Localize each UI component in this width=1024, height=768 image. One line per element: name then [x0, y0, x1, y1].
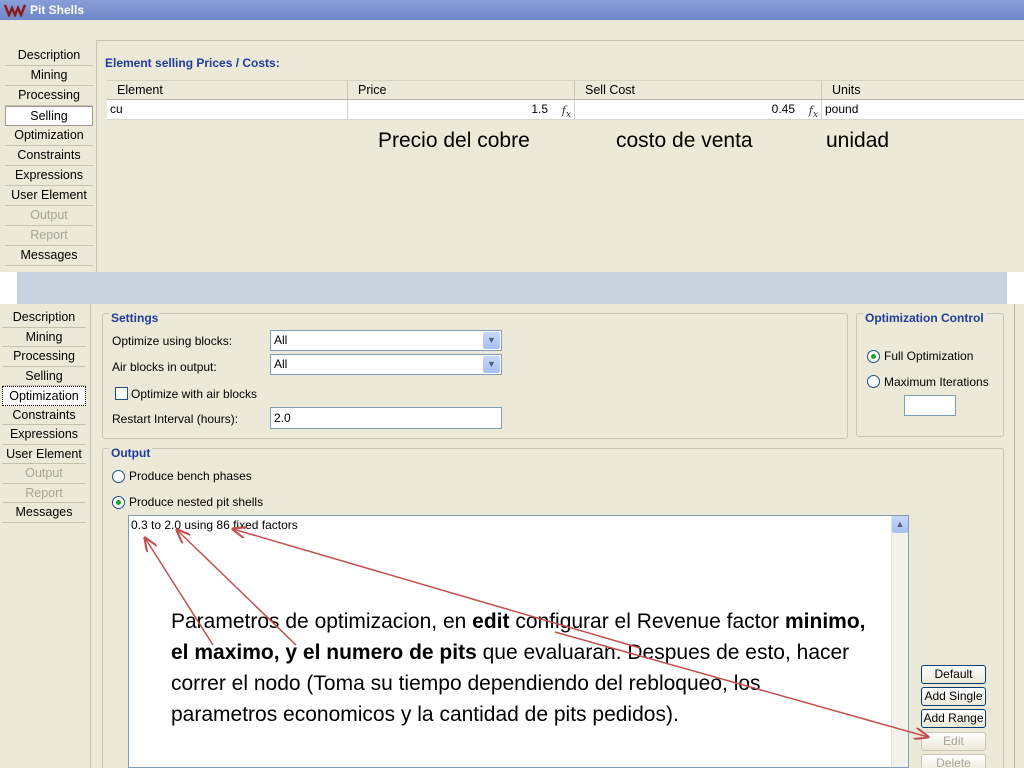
column-header-sell-cost[interactable]: Sell Cost	[575, 81, 822, 99]
nav-report: Report	[2, 484, 86, 503]
nav-constraints[interactable]: Constraints	[2, 406, 86, 425]
nav-description[interactable]: Description	[2, 308, 86, 328]
chevron-down-icon[interactable]: ▼	[483, 356, 500, 373]
nav-messages[interactable]: Messages	[2, 503, 86, 523]
price-value: 1.5	[531, 102, 548, 116]
optimize-with-air-label[interactable]: Optimize with air blocks	[131, 387, 257, 401]
nav-user-element[interactable]: User Element	[2, 445, 86, 464]
chevron-down-icon[interactable]: ▼	[483, 332, 500, 349]
top-nav-selling[interactable]: Selling	[5, 106, 93, 126]
annotation-units: unidad	[826, 129, 890, 152]
cell-price[interactable]: 1.5 fx	[348, 100, 575, 120]
cell-sell-cost[interactable]: 0.45 fx	[575, 100, 822, 120]
full-optimization-radio[interactable]	[867, 350, 880, 363]
annotation-bold-part: edit	[472, 610, 510, 633]
edit-button[interactable]: Edit	[921, 732, 986, 751]
optimize-using-blocks-select[interactable]: All ▼	[270, 330, 502, 351]
optimize-with-air-checkbox[interactable]	[115, 387, 128, 400]
pit-shells-selling-window: Pit Shells Description Mining Processing…	[0, 0, 1024, 272]
optimization-annotation: Parametros de optimizacion, en edit conf…	[171, 606, 871, 730]
add-single-button[interactable]: Add Single	[921, 687, 986, 706]
list-item[interactable]: 0.3 to 2.0 using 86 fixed factors	[131, 518, 298, 532]
function-icon[interactable]: fx	[809, 101, 818, 124]
function-icon[interactable]: fx	[562, 101, 571, 124]
top-nav-description[interactable]: Description	[5, 46, 93, 66]
output-title: Output	[109, 446, 153, 460]
air-blocks-label: Air blocks in output:	[112, 360, 217, 374]
top-nav-messages[interactable]: Messages	[5, 246, 93, 266]
add-range-button[interactable]: Add Range	[921, 709, 986, 728]
nav-mining[interactable]: Mining	[2, 328, 86, 347]
cell-element[interactable]: cu	[107, 100, 348, 119]
top-nav-constraints[interactable]: Constraints	[5, 146, 93, 166]
optimize-using-blocks-label: Optimize using blocks:	[112, 334, 233, 348]
nav-processing[interactable]: Processing	[2, 347, 86, 367]
optimize-using-blocks-value: All	[274, 333, 288, 347]
air-blocks-value: All	[274, 357, 288, 371]
top-nav-output: Output	[5, 206, 93, 226]
table-header: Element Price Sell Cost Units	[107, 80, 1024, 100]
nav-selling[interactable]: Selling	[2, 367, 86, 386]
annotation-sell-cost: costo de venta	[616, 129, 753, 152]
cell-units[interactable]: pound	[822, 100, 1024, 119]
nested-pit-shells-radio[interactable]	[112, 496, 125, 509]
list-scrollbar[interactable]: ▲	[891, 516, 908, 767]
table-row[interactable]: cu 1.5 fx 0.45 fx pound	[107, 100, 1024, 120]
nested-pit-shells-label[interactable]: Produce nested pit shells	[129, 495, 263, 509]
window-title: Pit Shells	[30, 3, 85, 17]
top-nav-user-element[interactable]: User Element	[5, 186, 93, 206]
bottom-sidebar-nav: Description Mining Processing Selling Op…	[2, 308, 86, 523]
sell-cost-value: 0.45	[771, 102, 795, 116]
annotation-text-part: Parametros de optimizacion, en	[171, 610, 473, 633]
top-nav-expressions[interactable]: Expressions	[5, 166, 93, 186]
restart-interval-label: Restart Interval (hours):	[112, 412, 239, 426]
bench-phases-radio[interactable]	[112, 470, 125, 483]
selling-panel: Element selling Prices / Costs: Element …	[96, 40, 1024, 272]
delete-button[interactable]: Delete	[921, 754, 986, 768]
column-header-price[interactable]: Price	[348, 81, 575, 99]
column-header-element[interactable]: Element	[107, 81, 348, 99]
top-nav-mining[interactable]: Mining	[5, 66, 93, 86]
nav-expressions[interactable]: Expressions	[2, 425, 86, 445]
full-optimization-label[interactable]: Full Optimization	[884, 349, 973, 363]
top-nav-report: Report	[5, 226, 93, 246]
maximum-iterations-input[interactable]	[904, 395, 956, 416]
section-title: Element selling Prices / Costs:	[105, 56, 280, 70]
column-header-units[interactable]: Units	[822, 81, 1024, 99]
settings-title: Settings	[109, 311, 161, 325]
maximum-iterations-radio[interactable]	[867, 375, 880, 388]
nav-output: Output	[2, 464, 86, 484]
pit-shells-logo-icon	[4, 4, 26, 17]
top-nav-processing[interactable]: Processing	[5, 86, 93, 106]
window-titlebar[interactable]: Pit Shells	[0, 0, 1024, 20]
default-button[interactable]: Default	[921, 665, 986, 684]
maximum-iterations-label[interactable]: Maximum Iterations	[884, 375, 989, 389]
restart-interval-input[interactable]: 2.0	[270, 407, 502, 429]
bench-phases-label[interactable]: Produce bench phases	[129, 469, 252, 483]
top-sidebar-nav: Description Mining Processing Selling Op…	[5, 46, 93, 266]
annotation-text-part: configurar el Revenue factor	[509, 610, 785, 633]
top-nav-optimization[interactable]: Optimization	[5, 126, 93, 146]
screenshot-separator	[17, 272, 1007, 304]
chevron-up-icon[interactable]: ▲	[892, 516, 908, 533]
annotation-price: Precio del cobre	[378, 129, 530, 152]
air-blocks-select[interactable]: All ▼	[270, 354, 502, 375]
optimization-control-title: Optimization Control	[863, 311, 986, 325]
selling-prices-table: Element Price Sell Cost Units cu 1.5 fx …	[107, 80, 1024, 120]
nav-optimization[interactable]: Optimization	[2, 386, 86, 406]
window-edge	[1014, 304, 1024, 768]
